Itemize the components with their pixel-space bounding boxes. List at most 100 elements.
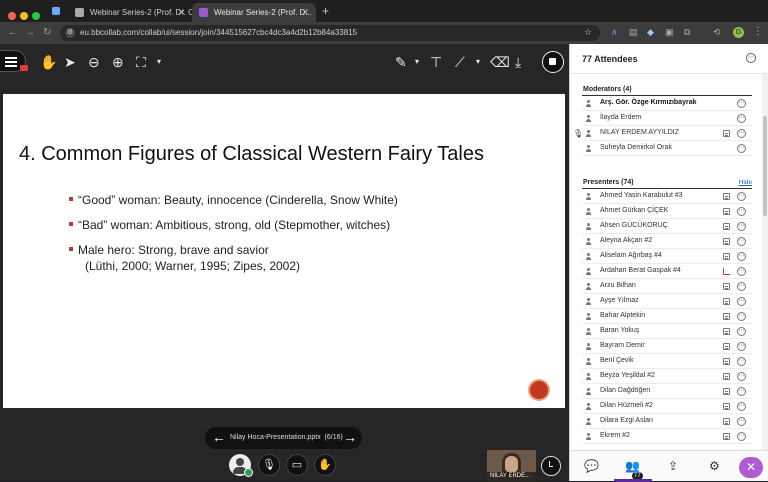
attendee-row[interactable]: Ahmet Gürkan ÇİÇEK ⋯ [582,204,752,219]
back-icon[interactable]: ← [8,27,18,38]
attendee-row[interactable]: Bayram Demir ⋯ [582,339,752,354]
line-dropdown-icon[interactable]: ▾ [476,54,480,70]
pan-hand-icon[interactable]: ✋ [40,54,57,70]
pen-dropdown-icon[interactable]: ▾ [415,54,419,70]
attendees-panel: 77 Attendees ⋯ Moderators (4) Arş. Gör. … [569,44,768,482]
attendee-options-icon[interactable]: ⋯ [737,192,746,201]
attendee-options-icon[interactable]: ⋯ [737,267,746,276]
attendee-avatar-icon [585,268,592,275]
close-panel-button[interactable]: ✕ [739,457,763,478]
attendee-row[interactable]: Arzu Bilhan ⋯ [582,279,752,294]
attendee-row[interactable]: Dilan Dağdöğen ⋯ [582,384,752,399]
attendee-row[interactable]: Bahar Alptekin ⋯ [582,309,752,324]
line-tool-icon[interactable]: ⟋ [455,54,465,70]
attendee-row[interactable]: Ayşe Yılmaz ⋯ [582,294,752,309]
attendee-row[interactable]: Baran Yokuş ⋯ [582,324,752,339]
attendee-row[interactable]: Suheyla Demirkol Orak ⋯ [582,141,752,156]
previous-slide-button[interactable]: ← [212,430,226,444]
extension-icon[interactable]: ▣ [665,27,674,38]
attendee-options-icon[interactable]: ⋯ [737,144,746,153]
extension-icon[interactable]: ◆ [647,27,654,38]
zoom-window-button[interactable] [32,12,40,20]
attendee-row[interactable]: Dilara Ezgi Aslan ⋯ [582,414,752,429]
next-slide-button[interactable]: → [343,430,357,444]
panel-options-icon[interactable]: ⋯ [746,53,756,63]
presenter-video-tile[interactable]: NILAY ERDE... [487,450,536,481]
attendee-row[interactable]: Beyza Yeşildal #2 ⋯ [582,369,752,384]
forward-icon[interactable]: → [25,27,35,38]
attendee-row[interactable]: Dilan Hüzmeli #2 ⋯ [582,399,752,414]
bookmark-star-icon[interactable]: ☆ [584,27,592,38]
new-tab-button[interactable]: + [322,4,329,18]
attendee-row[interactable]: Aliselam Ağırbaş #4 ⋯ [582,249,752,264]
chat-tab-icon[interactable]: 💬 [584,460,599,472]
profile-avatar[interactable]: G [733,27,744,38]
attendee-row[interactable]: Ahmed Yasin Karabulut #3 ⋯ [582,189,752,204]
browser-menu-icon[interactable]: ⋮ [753,26,763,37]
attendee-options-icon[interactable]: ⋯ [737,402,746,411]
camera-off-button[interactable]: ▭ [286,454,308,476]
close-window-button[interactable] [8,12,16,20]
attendee-options-icon[interactable]: ⋯ [737,297,746,306]
session-timer-icon[interactable] [541,456,561,476]
attendee-options-icon[interactable]: ⋯ [737,114,746,123]
eraser-icon[interactable]: ⌫ [490,54,510,70]
pen-tool-icon[interactable]: ✎ [395,54,407,70]
attendee-options-icon[interactable]: ⋯ [737,372,746,381]
share-content-tab-icon[interactable]: ⇪ [668,460,678,472]
attendee-options-icon[interactable]: ⋯ [737,207,746,216]
extension-icon[interactable]: ▤ [629,27,638,38]
attendee-options-icon[interactable]: ⋯ [737,417,746,426]
attendee-row[interactable]: Aleyna Akçan #2 ⋯ [582,234,752,249]
pinned-tab-icon[interactable] [52,7,60,15]
attendee-options-icon[interactable]: ⋯ [737,342,746,351]
zoom-out-icon[interactable]: ⊖ [88,54,100,70]
tab-close-icon[interactable]: ✕ [301,7,309,18]
extension-icon[interactable]: ∧ [611,27,618,38]
zoom-in-icon[interactable]: ⊕ [112,54,124,70]
attendee-options-icon[interactable]: ⋯ [737,237,746,246]
microphone-muted-button[interactable]: 🎙 [258,454,280,476]
attendee-options-icon[interactable]: ⋯ [737,252,746,261]
my-status-button[interactable] [229,454,253,477]
sync-icon[interactable]: ⟲ [713,27,721,38]
reload-icon[interactable]: ↻ [43,27,51,38]
pointer-icon[interactable]: ➤ [64,54,76,70]
attendee-row[interactable]: Arş. Gör. Özge Kırmızıbayrak ⋯ [582,96,752,111]
bullet-text: “Good” woman: Beauty, innocence (Cindere… [78,193,398,207]
address-bar[interactable]: ⚙ eu.bbcollab.com/collab/ui/session/join… [60,25,600,41]
attendee-options-icon[interactable]: ⋯ [737,312,746,321]
attendee-options-icon[interactable]: ⋯ [737,129,746,138]
tab-webinar-2[interactable]: Webinar Series-2 (Prof. D... ✕ [192,3,316,22]
tab-webinar-1[interactable]: Webinar Series-2 (Prof. Dr. C... ✕ [68,3,192,22]
stop-sharing-button[interactable] [542,51,564,73]
attendee-options-icon[interactable]: ⋯ [737,327,746,336]
attendee-options-icon[interactable]: ⋯ [737,432,746,441]
text-tool-icon[interactable]: ⊤ [430,54,442,70]
attendee-options-icon[interactable]: ⋯ [737,357,746,366]
attendee-row[interactable]: 🎙 NILAY ERDEM AYYILDIZ ⋯ [573,126,752,141]
attendees-tab-icon[interactable]: 👥 [625,460,640,472]
attendee-row[interactable]: Beril Çevik ⋯ [582,354,752,369]
attendee-options-icon[interactable]: ⋯ [737,282,746,291]
zoom-dropdown-icon[interactable]: ▾ [157,54,161,70]
extensions-puzzle-icon[interactable]: ⧉ [684,27,690,38]
url-text[interactable]: eu.bbcollab.com/collab/ui/session/join/3… [80,28,357,37]
attendee-row[interactable]: Ahsen GÜCÜKORUÇ ⋯ [582,219,752,234]
tab-close-icon[interactable]: ✕ [177,7,185,18]
attendee-options-icon[interactable]: ⋯ [737,222,746,231]
settings-tab-icon[interactable]: ⚙ [709,460,720,472]
session-menu-button[interactable] [0,50,28,72]
site-info-icon[interactable]: ⚙ [65,28,75,38]
attendee-row[interactable]: Ekrem #2 ⋯ [582,429,752,444]
download-icon[interactable]: ⤓ [515,54,521,70]
raise-hand-button[interactable]: ✋ [314,454,336,476]
attendee-options-icon[interactable]: ⋯ [737,387,746,396]
minimize-window-button[interactable] [20,12,28,20]
attendee-row[interactable]: Ardahan Berat Gaspak #4 ⋯ [582,264,752,279]
hide-presenters-link[interactable]: Hide [739,179,752,186]
fit-screen-icon[interactable]: ⛶ [136,54,146,70]
attendee-row[interactable]: İlayda Erdem ⋯ [582,111,752,126]
attendee-list-scrollbar[interactable] [762,74,768,450]
attendee-options-icon[interactable]: ⋯ [737,99,746,108]
